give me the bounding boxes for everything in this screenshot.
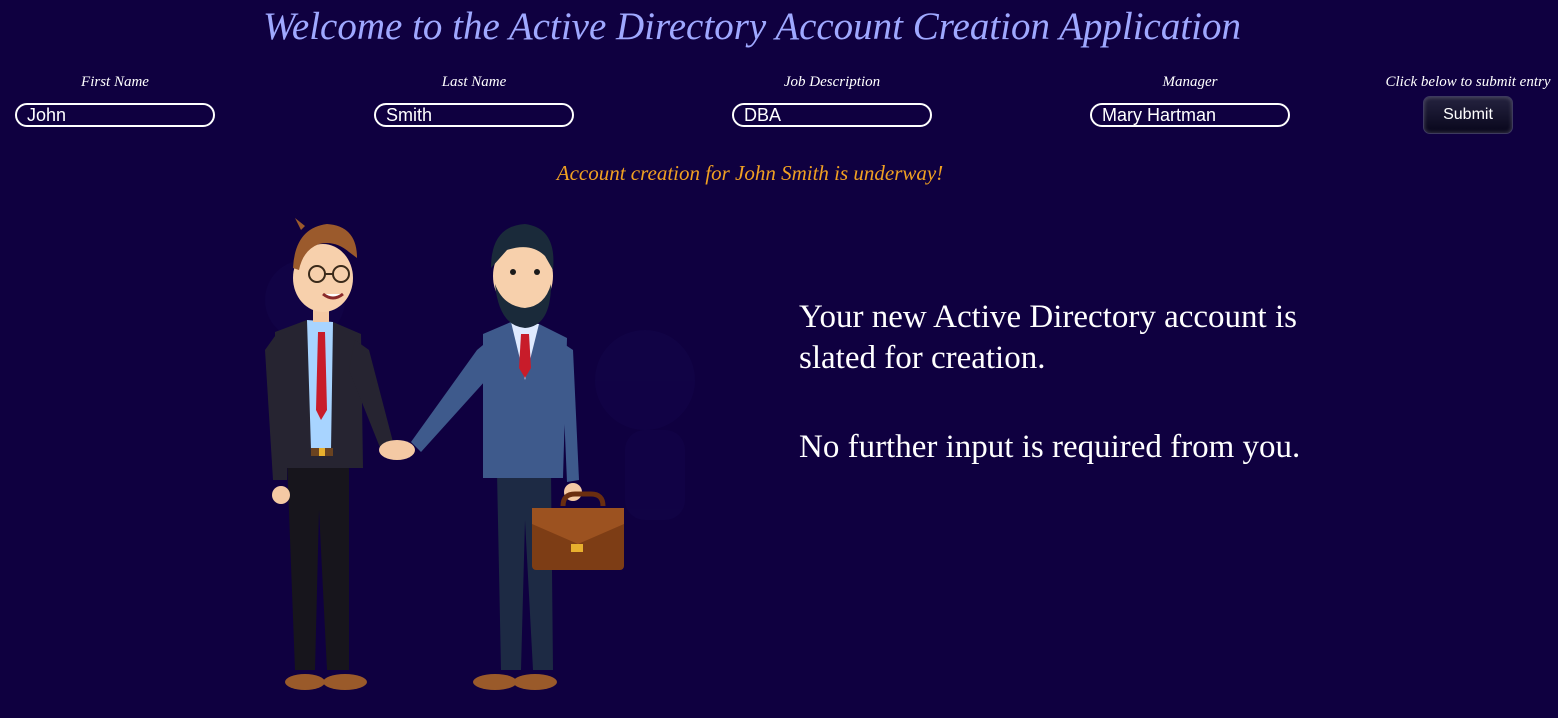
status-message: Account creation for John Smith is under… [556,161,944,185]
first-name-input[interactable] [15,103,215,127]
manager-field: Manager [1090,72,1290,127]
handshake-icon [379,440,415,460]
manager-input[interactable] [1090,103,1290,127]
job-description-field: Job Description [732,72,932,127]
job-description-label: Job Description [783,74,881,90]
last-name-field: Last Name [374,72,574,127]
page-title: Welcome to the Active Directory Account … [262,5,1242,48]
right-businessman [411,224,582,690]
submit-area: Click below to submit entry Submit [1380,72,1556,134]
confirmation-line-1: Your new Active Directory account is sla… [799,299,1297,376]
first-name-field: First Name [15,72,215,127]
last-name-label: Last Name [441,74,507,90]
last-name-input[interactable] [374,103,574,127]
confirmation-message: Your new Active Directory account is sla… [799,297,1319,468]
page: Welcome to the Active Directory Account … [0,0,1558,718]
manager-label: Manager [1162,74,1218,90]
handshake-businessmen-illustration [265,218,695,690]
submit-hint: Click below to submit entry [1385,74,1551,90]
confirmation-line-2: No further input is required from you. [799,429,1301,465]
job-description-input[interactable] [732,103,932,127]
first-name-label: First Name [81,74,149,90]
submit-button[interactable]: Submit [1423,96,1513,134]
